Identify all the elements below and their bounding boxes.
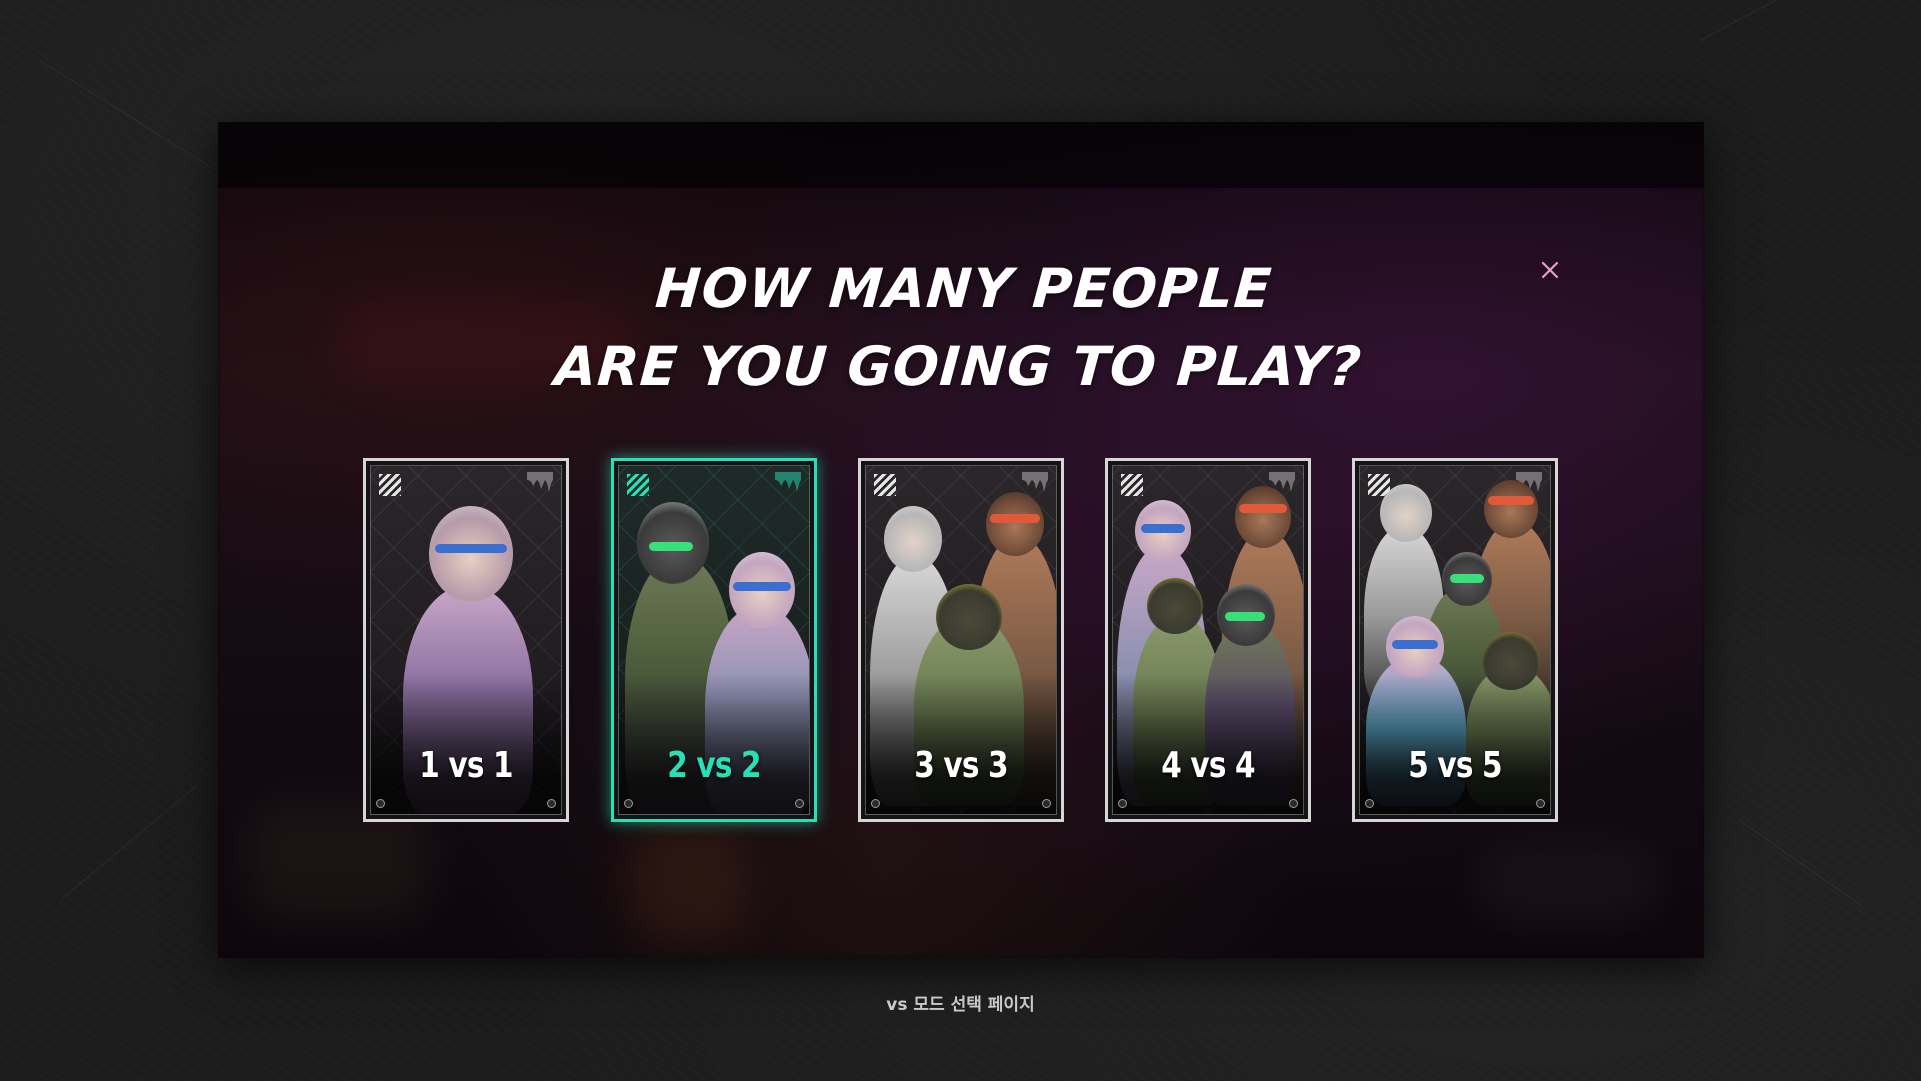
character-head <box>884 506 942 572</box>
character-head <box>1484 480 1538 538</box>
corner-bolt <box>871 799 880 808</box>
character-head <box>1380 484 1432 542</box>
character-goggles <box>435 544 507 553</box>
mode-label: 4 vs 4 <box>1161 745 1255 786</box>
close-icon <box>1541 261 1559 279</box>
hatch-badge-icon <box>379 474 401 496</box>
character-head <box>1147 578 1203 634</box>
mode-card-list: 1 vs 1 2 vs 2 3 vs 3 4 vs 4 5 vs 5 <box>363 458 1559 824</box>
card-artwork: 5 vs 5 <box>1359 465 1551 815</box>
hatch-badge-icon <box>1121 474 1143 496</box>
character-goggles <box>1450 574 1484 583</box>
mode-label: 2 vs 2 <box>667 745 761 786</box>
background-scratch <box>1699 0 1877 41</box>
card-shade <box>619 674 809 814</box>
paint-drip-icon <box>527 472 553 492</box>
modal-title-line: HOW MANY PEOPLE <box>653 257 1275 320</box>
character-goggles <box>1392 640 1438 649</box>
card-artwork: 3 vs 3 <box>865 465 1057 815</box>
character-head <box>986 492 1044 556</box>
mode-card-1v1[interactable]: 1 vs 1 <box>363 458 569 822</box>
character-goggles <box>1239 504 1287 513</box>
mode-card-3v3[interactable]: 3 vs 3 <box>858 458 1064 822</box>
modal-title: HOW MANY PEOPLE ARE YOU GOING TO PLAY? <box>218 250 1704 406</box>
character-head <box>936 584 1002 650</box>
mode-card-5v5[interactable]: 5 vs 5 <box>1352 458 1558 822</box>
card-artwork: 4 vs 4 <box>1112 465 1304 815</box>
paint-drip-icon <box>775 472 801 492</box>
corner-bolt <box>1365 799 1374 808</box>
background-scratch <box>59 784 199 901</box>
character-goggles <box>1141 524 1185 533</box>
corner-bolt <box>1118 799 1127 808</box>
mode-card-4v4[interactable]: 4 vs 4 <box>1105 458 1311 822</box>
corner-bolt <box>795 799 804 808</box>
card-shade <box>1113 674 1303 814</box>
corner-bolt <box>547 799 556 808</box>
background-scratch <box>1739 820 1864 907</box>
character-head <box>429 506 513 602</box>
character-goggles <box>1225 612 1265 621</box>
modal-title-line: ARE YOU GOING TO PLAY? <box>552 335 1364 398</box>
corner-bolt <box>1042 799 1051 808</box>
mode-select-screen: HOW MANY PEOPLE ARE YOU GOING TO PLAY? 1… <box>218 122 1704 958</box>
page-caption: vs 모드 선택 페이지 <box>886 995 1035 1015</box>
card-shade <box>1360 674 1550 814</box>
card-artwork: 2 vs 2 <box>618 465 810 815</box>
corner-bolt <box>1289 799 1298 808</box>
hatch-badge-icon <box>874 474 896 496</box>
character-head <box>1235 486 1291 548</box>
card-shade <box>866 674 1056 814</box>
card-artwork: 1 vs 1 <box>370 465 562 815</box>
character-goggles <box>733 582 791 591</box>
mode-label: 5 vs 5 <box>1408 745 1502 786</box>
corner-bolt <box>1536 799 1545 808</box>
close-button[interactable] <box>1536 256 1564 284</box>
character-goggles <box>990 514 1040 523</box>
mode-card-2v2[interactable]: 2 vs 2 <box>611 458 817 822</box>
card-shade <box>371 674 561 814</box>
mode-label: 3 vs 3 <box>914 745 1008 786</box>
corner-bolt <box>624 799 633 808</box>
mode-label: 1 vs 1 <box>419 745 513 786</box>
corner-bolt <box>376 799 385 808</box>
character-goggles <box>1488 496 1534 505</box>
hatch-badge-icon <box>627 474 649 496</box>
character-goggles <box>649 542 693 551</box>
